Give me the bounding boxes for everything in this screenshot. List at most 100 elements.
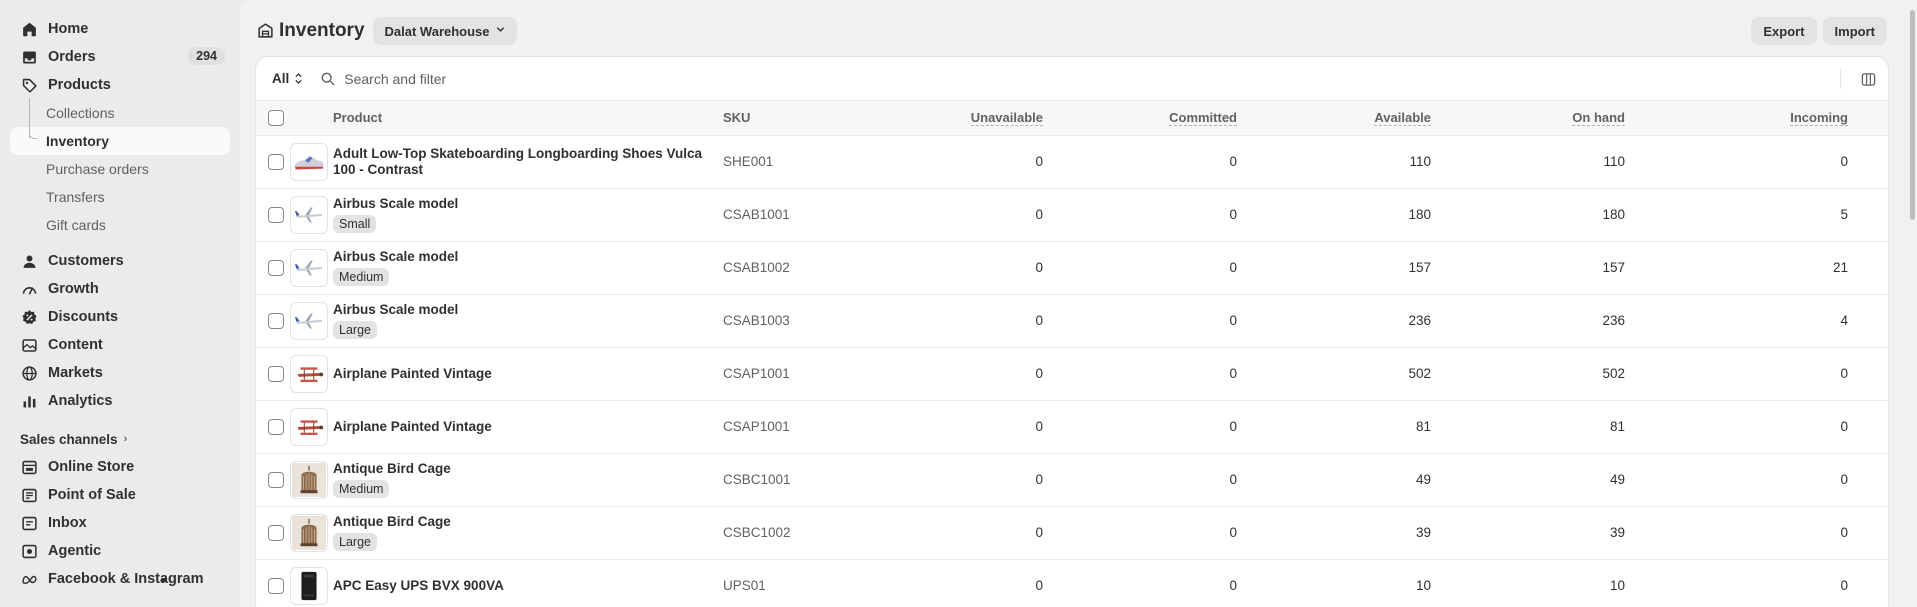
product-thumbnail[interactable] <box>290 513 328 552</box>
incoming-value[interactable]: 0 <box>1665 559 1888 607</box>
nav-online-store[interactable]: Online Store <box>0 453 240 481</box>
nav-purchase-orders[interactable]: Purchase orders <box>0 155 240 183</box>
product-name-link[interactable]: Antique Bird Cage <box>333 461 713 477</box>
product-thumbnail[interactable] <box>290 142 328 181</box>
row-checkbox[interactable] <box>268 418 284 435</box>
table-row[interactable]: APC Easy UPS BVX 900VA UPS01 0 0 10 10 0 <box>256 559 1888 607</box>
product-thumbnail[interactable] <box>290 566 328 605</box>
col-sku[interactable]: SKU <box>723 101 923 136</box>
on-hand-value[interactable]: 39 <box>1471 506 1665 560</box>
available-value[interactable]: 110 <box>1277 135 1471 189</box>
unavailable-value[interactable]: 0 <box>923 347 1083 401</box>
select-all-checkbox[interactable] <box>268 109 284 126</box>
on-hand-value[interactable]: 502 <box>1471 347 1665 401</box>
nav-inbox[interactable]: Inbox <box>0 509 240 537</box>
nav-home[interactable]: Home <box>0 15 240 43</box>
available-value[interactable]: 180 <box>1277 188 1471 242</box>
on-hand-value[interactable]: 81 <box>1471 400 1665 454</box>
on-hand-value[interactable]: 10 <box>1471 559 1665 607</box>
col-available[interactable]: Available <box>1374 110 1431 127</box>
nav-products[interactable]: Products <box>0 71 240 99</box>
row-checkbox[interactable] <box>268 153 284 170</box>
unavailable-value[interactable]: 0 <box>923 135 1083 189</box>
product-thumbnail[interactable] <box>290 301 328 340</box>
location-selector[interactable]: Dalat Warehouse <box>372 17 517 45</box>
product-name-link[interactable]: Adult Low-Top Skateboarding Longboarding… <box>333 146 713 178</box>
nav-growth[interactable]: Growth <box>0 275 240 303</box>
incoming-value[interactable]: 0 <box>1665 453 1888 507</box>
nav-customers[interactable]: Customers <box>0 247 240 275</box>
on-hand-value[interactable]: 49 <box>1471 453 1665 507</box>
available-value[interactable]: 39 <box>1277 506 1471 560</box>
nav-gift-cards[interactable]: Gift cards <box>0 211 240 239</box>
product-name-link[interactable]: Airbus Scale model <box>333 196 713 212</box>
col-product[interactable]: Product <box>333 101 723 136</box>
product-thumbnail[interactable] <box>290 195 328 234</box>
search-filter[interactable]: Search and filter <box>321 71 446 87</box>
view-selector[interactable]: All <box>272 71 303 86</box>
table-row[interactable]: Airbus Scale model Small CSAB1001 0 0 180… <box>256 188 1888 242</box>
incoming-value[interactable]: 0 <box>1665 135 1888 189</box>
available-value[interactable]: 10 <box>1277 559 1471 607</box>
on-hand-value[interactable]: 110 <box>1471 135 1665 189</box>
table-row[interactable]: Adult Low-Top Skateboarding Longboarding… <box>256 135 1888 189</box>
sales-channels-header[interactable]: Sales channels › <box>0 425 240 453</box>
incoming-value[interactable]: 0 <box>1665 400 1888 454</box>
nav-discounts[interactable]: Discounts <box>0 303 240 331</box>
product-name-link[interactable]: Airbus Scale model <box>333 302 713 318</box>
nav-collections[interactable]: Collections <box>0 99 240 127</box>
product-thumbnail[interactable] <box>290 460 328 499</box>
row-checkbox[interactable] <box>268 259 284 276</box>
available-value[interactable]: 49 <box>1277 453 1471 507</box>
on-hand-value[interactable]: 180 <box>1471 188 1665 242</box>
columns-toggle-button[interactable] <box>1840 69 1880 89</box>
nav-markets[interactable]: Markets <box>0 359 240 387</box>
nav-inventory[interactable]: Inventory <box>10 127 230 155</box>
incoming-value[interactable]: 5 <box>1665 188 1888 242</box>
nav-facebook-instagram[interactable]: Facebook & Instagram <box>0 565 240 593</box>
unavailable-value[interactable]: 0 <box>923 188 1083 242</box>
product-name-link[interactable]: Airbus Scale model <box>333 249 713 265</box>
table-row[interactable]: Antique Bird Cage Medium CSBC1001 0 0 49 … <box>256 453 1888 507</box>
row-checkbox[interactable] <box>268 524 284 541</box>
table-row[interactable]: Airbus Scale model Medium CSAB1002 0 0 15… <box>256 241 1888 295</box>
row-checkbox[interactable] <box>268 577 284 594</box>
nav-point-of-sale[interactable]: Point of Sale <box>0 481 240 509</box>
product-name-link[interactable]: Airplane Painted Vintage <box>333 366 713 382</box>
unavailable-value[interactable]: 0 <box>923 294 1083 348</box>
row-checkbox[interactable] <box>268 206 284 223</box>
unavailable-value[interactable]: 0 <box>923 506 1083 560</box>
col-incoming[interactable]: Incoming <box>1790 110 1848 127</box>
table-row[interactable]: Airplane Painted Vintage CSAP1001 0 0 50… <box>256 347 1888 401</box>
unavailable-value[interactable]: 0 <box>923 559 1083 607</box>
product-thumbnail[interactable] <box>290 407 328 446</box>
export-button[interactable]: Export <box>1751 17 1817 45</box>
row-checkbox[interactable] <box>268 471 284 488</box>
available-value[interactable]: 236 <box>1277 294 1471 348</box>
available-value[interactable]: 157 <box>1277 241 1471 295</box>
product-thumbnail[interactable] <box>290 248 328 287</box>
incoming-value[interactable]: 21 <box>1665 241 1888 295</box>
nav-analytics[interactable]: Analytics <box>0 387 240 415</box>
on-hand-value[interactable]: 236 <box>1471 294 1665 348</box>
unavailable-value[interactable]: 0 <box>923 241 1083 295</box>
incoming-value[interactable]: 4 <box>1665 294 1888 348</box>
table-row[interactable]: Airplane Painted Vintage CSAP1001 0 0 81… <box>256 400 1888 454</box>
nav-agentic[interactable]: Agentic <box>0 537 240 565</box>
nav-orders[interactable]: Orders 294 <box>0 43 240 71</box>
row-checkbox[interactable] <box>268 365 284 382</box>
product-thumbnail[interactable] <box>290 354 328 393</box>
available-value[interactable]: 502 <box>1277 347 1471 401</box>
unavailable-value[interactable]: 0 <box>923 400 1083 454</box>
available-value[interactable]: 81 <box>1277 400 1471 454</box>
on-hand-value[interactable]: 157 <box>1471 241 1665 295</box>
product-name-link[interactable]: APC Easy UPS BVX 900VA <box>333 578 713 594</box>
product-name-link[interactable]: Antique Bird Cage <box>333 514 713 530</box>
table-row[interactable]: Antique Bird Cage Large CSBC1002 0 0 39 3… <box>256 506 1888 560</box>
row-checkbox[interactable] <box>268 312 284 329</box>
vertical-scrollbar[interactable] <box>1910 10 1915 220</box>
import-button[interactable]: Import <box>1822 17 1887 45</box>
table-row[interactable]: Airbus Scale model Large CSAB1003 0 0 236… <box>256 294 1888 348</box>
col-committed[interactable]: Committed <box>1169 110 1237 127</box>
nav-content[interactable]: Content <box>0 331 240 359</box>
